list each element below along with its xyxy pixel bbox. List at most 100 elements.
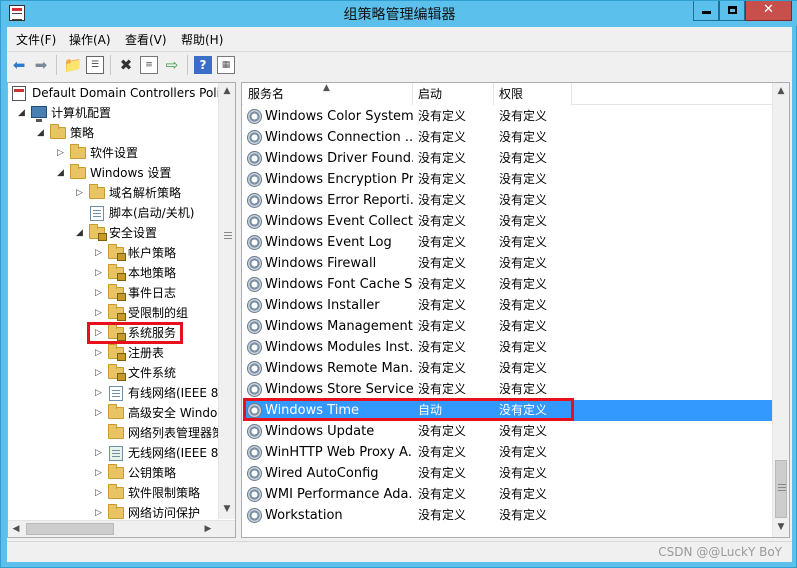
menu-view[interactable]: 查看(V) — [125, 31, 167, 48]
scroll-up-icon[interactable]: ▲ — [219, 83, 235, 100]
service-row[interactable]: Windows Encryption Pr... 没有定义 没有定义 — [243, 169, 773, 190]
expanded-triangle-icon[interactable]: ◢ — [76, 223, 83, 243]
close-button[interactable]: ✕ — [745, 1, 792, 21]
service-startup-cell: 没有定义 — [418, 277, 467, 291]
scroll-left-icon[interactable]: ◀ — [8, 521, 24, 538]
tree-item-nap[interactable]: ▷ 网络访问保护 — [10, 503, 218, 519]
service-row[interactable]: Windows Management... 没有定义 没有定义 — [243, 316, 773, 337]
service-row[interactable]: Windows Event Collector 没有定义 没有定义 — [243, 211, 773, 232]
tree-item-restricted-groups[interactable]: ▷ 受限制的组 — [10, 303, 218, 323]
expanded-triangle-icon[interactable]: ◢ — [37, 123, 44, 143]
tree-vertical-scrollbar[interactable]: ▲ ▼ — [218, 83, 235, 519]
service-row[interactable]: Windows Font Cache S... 没有定义 没有定义 — [243, 274, 773, 295]
service-row[interactable]: WinHTTP Web Proxy A... 没有定义 没有定义 — [243, 442, 773, 463]
collapsed-triangle-icon[interactable]: ▷ — [95, 303, 102, 323]
scroll-track[interactable] — [221, 101, 233, 501]
minimize-button[interactable] — [693, 1, 719, 21]
tree-item-advanced-firewall[interactable]: ▷ 高级安全 Windo — [10, 403, 218, 423]
column-header-service-name[interactable]: 服务名 ▲ — [243, 83, 413, 105]
expanded-triangle-icon[interactable]: ◢ — [57, 163, 64, 183]
collapsed-triangle-icon[interactable]: ▷ — [95, 383, 102, 403]
tree-item-wired-network[interactable]: ▷ 有线网络(IEEE 80 — [10, 383, 218, 403]
delete-icon[interactable]: ✖ — [117, 56, 135, 74]
service-row[interactable]: Windows Driver Found... 没有定义 没有定义 — [243, 148, 773, 169]
column-header-startup[interactable]: 启动 — [413, 83, 494, 105]
column-header-label: 服务名 — [248, 87, 285, 101]
app-window: 组策略管理编辑器 ✕ 文件(F) 操作(A) 查看(V) 帮助(H) ⬅ ➡ 📁… — [0, 0, 797, 568]
scroll-up-icon[interactable]: ▲ — [773, 83, 789, 100]
collapsed-triangle-icon[interactable]: ▷ — [95, 483, 102, 503]
service-row[interactable]: Windows Installer 没有定义 没有定义 — [243, 295, 773, 316]
menu-help[interactable]: 帮助(H) — [181, 31, 223, 48]
forward-arrow-icon[interactable]: ➡ — [32, 56, 50, 74]
scroll-thumb[interactable] — [775, 460, 787, 518]
tree-item-policies[interactable]: ◢ 策略 — [10, 123, 218, 143]
service-row[interactable]: Windows Modules Inst... 没有定义 没有定义 — [243, 337, 773, 358]
collapsed-triangle-icon[interactable]: ▷ — [95, 443, 102, 463]
service-permission-cell: 没有定义 — [499, 277, 548, 291]
tree-item-public-key[interactable]: ▷ 公钥策略 — [10, 463, 218, 483]
service-row[interactable]: WMI Performance Ada... 没有定义 没有定义 — [243, 484, 773, 505]
service-row[interactable]: Wired AutoConfig 没有定义 没有定义 — [243, 463, 773, 484]
tree-pane[interactable]: Default Domain Controllers Polic ◢ 计算机配置… — [7, 82, 236, 538]
collapsed-triangle-icon[interactable]: ▷ — [95, 243, 102, 263]
collapsed-triangle-icon[interactable]: ▷ — [57, 143, 64, 163]
service-row[interactable]: Windows Event Log 没有定义 没有定义 — [243, 232, 773, 253]
tree-item-local-policies[interactable]: ▷ 本地策略 — [10, 263, 218, 283]
show-tree-icon[interactable]: ☰ — [86, 56, 104, 74]
collapsed-triangle-icon[interactable]: ▷ — [95, 283, 102, 303]
service-row[interactable]: Windows Remote Man... 没有定义 没有定义 — [243, 358, 773, 379]
service-name-cell: Windows Event Collector — [265, 214, 413, 229]
tree-item-label: 公钥策略 — [128, 466, 177, 480]
tree-item-computer-config[interactable]: ◢ 计算机配置 — [10, 103, 218, 123]
services-list-pane[interactable]: 服务名 ▲ 启动 权限 Windows Color System 没有定义 没有定义… — [241, 82, 790, 538]
column-header-permission[interactable]: 权限 — [494, 83, 572, 105]
service-row[interactable]: Windows Update 没有定义 没有定义 — [243, 421, 773, 442]
collapsed-triangle-icon[interactable]: ▷ — [95, 403, 102, 423]
help-icon[interactable]: ? — [194, 56, 212, 74]
title-bar[interactable]: 组策略管理编辑器 ✕ — [1, 1, 797, 26]
up-folder-icon[interactable]: 📁 — [64, 56, 83, 74]
tree-item-label: 网络访问保护 — [128, 506, 201, 519]
tree-item-wireless-network[interactable]: ▷ 无线网络(IEEE 80 — [10, 443, 218, 463]
expanded-triangle-icon[interactable]: ◢ — [18, 103, 25, 123]
tree-item-software-restriction[interactable]: ▷ 软件限制策略 — [10, 483, 218, 503]
tree-horizontal-scrollbar[interactable]: ◀ ▶ — [8, 520, 235, 537]
collapsed-triangle-icon[interactable]: ▷ — [95, 463, 102, 483]
tree-item-event-log[interactable]: ▷ 事件日志 — [10, 283, 218, 303]
service-row[interactable]: Windows Firewall 没有定义 没有定义 — [243, 253, 773, 274]
tree-item-software-settings[interactable]: ▷ 软件设置 — [10, 143, 218, 163]
scroll-down-icon[interactable]: ▼ — [219, 501, 235, 518]
tree-item-gpo-root[interactable]: Default Domain Controllers Polic — [10, 83, 218, 103]
back-arrow-icon[interactable]: ⬅ — [10, 56, 28, 74]
collapsed-triangle-icon[interactable]: ▷ — [95, 263, 102, 283]
menu-file[interactable]: 文件(F) — [16, 31, 56, 48]
scroll-right-icon[interactable]: ▶ — [200, 521, 216, 538]
service-row[interactable]: Windows Connection ... 没有定义 没有定义 — [243, 127, 773, 148]
scroll-thumb[interactable] — [26, 523, 114, 535]
tree-item-file-system[interactable]: ▷ 文件系统 — [10, 363, 218, 383]
tree-item-account-policies[interactable]: ▷ 帐户策略 — [10, 243, 218, 263]
service-row[interactable]: Windows Store Service ... 没有定义 没有定义 — [243, 379, 773, 400]
maximize-button[interactable] — [719, 1, 745, 21]
service-row[interactable]: Windows Color System 没有定义 没有定义 — [243, 106, 773, 127]
collapsed-triangle-icon[interactable]: ▷ — [76, 183, 83, 203]
service-row[interactable]: Workstation 没有定义 没有定义 — [243, 505, 773, 526]
service-row[interactable]: Windows Error Reporti... 没有定义 没有定义 — [243, 190, 773, 211]
properties-icon[interactable]: ≡ — [140, 56, 158, 74]
tree-item-windows-settings[interactable]: ◢ Windows 设置 — [10, 163, 218, 183]
collapsed-triangle-icon[interactable]: ▷ — [95, 503, 102, 519]
collapsed-triangle-icon[interactable]: ▷ — [95, 343, 102, 363]
scroll-down-icon[interactable]: ▼ — [773, 519, 789, 536]
export-icon[interactable]: ⇨ — [163, 56, 181, 74]
list-vertical-scrollbar[interactable]: ▲ ▼ — [772, 83, 789, 537]
tree-item-security-settings[interactable]: ◢ 安全设置 — [10, 223, 218, 243]
menu-action[interactable]: 操作(A) — [69, 31, 111, 48]
collapsed-triangle-icon[interactable]: ▷ — [95, 363, 102, 383]
tree-item-scripts[interactable]: 脚本(启动/关机) — [10, 203, 218, 223]
console-icon[interactable]: ▦ — [217, 56, 235, 74]
tree-item-network-list[interactable]: 网络列表管理器策 — [10, 423, 218, 443]
tree-item-name-resolution[interactable]: ▷ 域名解析策略 — [10, 183, 218, 203]
service-permission-cell: 没有定义 — [499, 508, 548, 522]
tree-item-registry[interactable]: ▷ 注册表 — [10, 343, 218, 363]
